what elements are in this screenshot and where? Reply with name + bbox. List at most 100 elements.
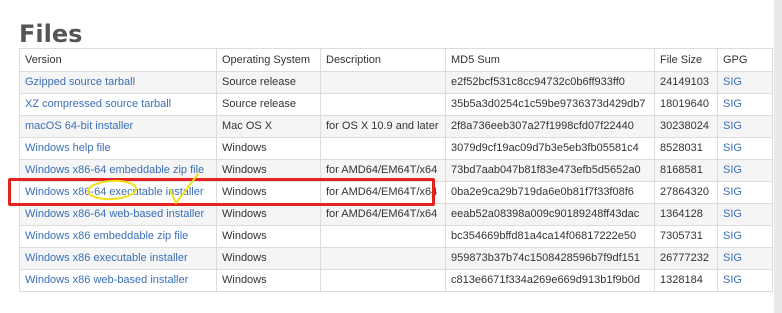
description-cell: for AMD64/EM64T/x64 bbox=[320, 181, 446, 204]
file-size-cell: 18019640 bbox=[654, 93, 718, 116]
os-cell: Source release bbox=[216, 93, 321, 116]
gpg-sig-link[interactable]: SIG bbox=[723, 142, 742, 154]
description-cell bbox=[320, 93, 446, 116]
file-size-cell: 26777232 bbox=[654, 247, 718, 270]
md5-cell: 35b5a3d0254c1c59be9736373d429db7 bbox=[445, 93, 655, 116]
md5-cell: c813e6671f334a269e669d913b1f9b0d bbox=[445, 269, 655, 292]
table-row: Windows x86 embeddable zip file Windows … bbox=[19, 225, 773, 248]
version-cell: Gzipped source tarball bbox=[19, 71, 217, 94]
description-cell bbox=[320, 71, 446, 94]
md5-cell: 3079d9cf19ac09d7b3e5eb3fb05581c4 bbox=[445, 137, 655, 160]
table-header-row: Version Operating System Description MD5… bbox=[19, 48, 773, 72]
table-row: macOS 64-bit installer Mac OS X for OS X… bbox=[19, 115, 773, 138]
column-header-md5-sum: MD5 Sum bbox=[445, 48, 655, 72]
version-link[interactable]: Gzipped source tarball bbox=[25, 76, 135, 88]
file-size-cell: 24149103 bbox=[654, 71, 718, 94]
gpg-cell: SIG bbox=[717, 71, 773, 94]
version-cell: Windows x86 web-based installer bbox=[19, 269, 217, 292]
description-cell bbox=[320, 225, 446, 248]
gpg-sig-link[interactable]: SIG bbox=[723, 230, 742, 242]
description-cell: for AMD64/EM64T/x64 bbox=[320, 159, 446, 182]
table-row: Windows x86-64 embeddable zip file Windo… bbox=[19, 159, 773, 182]
column-header-file-size: File Size bbox=[654, 48, 718, 72]
md5-cell: e2f52bcf531c8cc94732c0b6ff933ff0 bbox=[445, 71, 655, 94]
page-title: Files bbox=[19, 20, 83, 49]
md5-cell: 2f8a736eeb307a27f1998cfd07f22440 bbox=[445, 115, 655, 138]
os-cell: Windows bbox=[216, 181, 321, 204]
version-link[interactable]: Windows help file bbox=[25, 142, 111, 154]
os-cell: Mac OS X bbox=[216, 115, 321, 138]
version-link[interactable]: macOS 64-bit installer bbox=[25, 120, 133, 132]
table-row: Gzipped source tarball Source release e2… bbox=[19, 71, 773, 94]
os-cell: Windows bbox=[216, 137, 321, 160]
column-header-operating-system: Operating System bbox=[216, 48, 321, 72]
gpg-sig-link[interactable]: SIG bbox=[723, 98, 742, 110]
file-size-cell: 1328184 bbox=[654, 269, 718, 292]
table-row: Windows help file Windows 3079d9cf19ac09… bbox=[19, 137, 773, 160]
md5-cell: 0ba2e9ca29b719da6e0b81f7f33f08f6 bbox=[445, 181, 655, 204]
gpg-cell: SIG bbox=[717, 247, 773, 270]
os-cell: Windows bbox=[216, 203, 321, 226]
md5-cell: 73bd7aab047b81f83e473efb5d5652a0 bbox=[445, 159, 655, 182]
description-cell: for OS X 10.9 and later bbox=[320, 115, 446, 138]
gpg-sig-link[interactable]: SIG bbox=[723, 252, 742, 264]
gpg-cell: SIG bbox=[717, 137, 773, 160]
table-row: Windows x86 web-based installer Windows … bbox=[19, 269, 773, 292]
version-cell: Windows x86-64 executable installer bbox=[19, 181, 217, 204]
version-cell: Windows x86-64 web-based installer bbox=[19, 203, 217, 226]
version-cell: Windows x86-64 embeddable zip file bbox=[19, 159, 217, 182]
version-cell: XZ compressed source tarball bbox=[19, 93, 217, 116]
right-edge-strip bbox=[774, 0, 782, 313]
os-cell: Windows bbox=[216, 159, 321, 182]
version-link[interactable]: Windows x86-64 executable installer bbox=[25, 186, 204, 198]
description-cell: for AMD64/EM64T/x64 bbox=[320, 203, 446, 226]
column-header-version: Version bbox=[19, 48, 217, 72]
file-size-cell: 8168581 bbox=[654, 159, 718, 182]
os-cell: Windows bbox=[216, 247, 321, 270]
description-cell bbox=[320, 269, 446, 292]
gpg-cell: SIG bbox=[717, 181, 773, 204]
column-header-description: Description bbox=[320, 48, 446, 72]
file-size-cell: 7305731 bbox=[654, 225, 718, 248]
version-cell: macOS 64-bit installer bbox=[19, 115, 217, 138]
gpg-sig-link[interactable]: SIG bbox=[723, 186, 742, 198]
md5-cell: 959873b37b74c1508428596b7f9df151 bbox=[445, 247, 655, 270]
gpg-sig-link[interactable]: SIG bbox=[723, 164, 742, 176]
version-cell: Windows x86 executable installer bbox=[19, 247, 217, 270]
gpg-sig-link[interactable]: SIG bbox=[723, 208, 742, 220]
files-table: Version Operating System Description MD5… bbox=[19, 48, 773, 292]
version-cell: Windows help file bbox=[19, 137, 217, 160]
gpg-sig-link[interactable]: SIG bbox=[723, 76, 742, 88]
table-row: Windows x86-64 web-based installer Windo… bbox=[19, 203, 773, 226]
os-cell: Source release bbox=[216, 71, 321, 94]
file-size-cell: 8528031 bbox=[654, 137, 718, 160]
table-row-highlighted: Windows x86-64 executable installer Wind… bbox=[19, 181, 773, 204]
gpg-sig-link[interactable]: SIG bbox=[723, 120, 742, 132]
gpg-cell: SIG bbox=[717, 225, 773, 248]
os-cell: Windows bbox=[216, 269, 321, 292]
md5-cell: bc354669bffd81a4ca14f06817222e50 bbox=[445, 225, 655, 248]
table-row: Windows x86 executable installer Windows… bbox=[19, 247, 773, 270]
gpg-cell: SIG bbox=[717, 159, 773, 182]
version-link[interactable]: Windows x86-64 embeddable zip file bbox=[25, 164, 204, 176]
gpg-cell: SIG bbox=[717, 115, 773, 138]
version-link[interactable]: Windows x86 web-based installer bbox=[25, 274, 188, 286]
file-size-cell: 1364128 bbox=[654, 203, 718, 226]
description-cell bbox=[320, 137, 446, 160]
description-cell bbox=[320, 247, 446, 270]
version-link[interactable]: Windows x86 embeddable zip file bbox=[25, 230, 188, 242]
gpg-sig-link[interactable]: SIG bbox=[723, 274, 742, 286]
gpg-cell: SIG bbox=[717, 93, 773, 116]
version-link[interactable]: Windows x86 executable installer bbox=[25, 252, 188, 264]
table-row: XZ compressed source tarball Source rele… bbox=[19, 93, 773, 116]
version-link[interactable]: XZ compressed source tarball bbox=[25, 98, 171, 110]
file-size-cell: 27864320 bbox=[654, 181, 718, 204]
os-cell: Windows bbox=[216, 225, 321, 248]
md5-cell: eeab52a08398a009c90189248ff43dac bbox=[445, 203, 655, 226]
file-size-cell: 30238024 bbox=[654, 115, 718, 138]
gpg-cell: SIG bbox=[717, 269, 773, 292]
column-header-gpg: GPG bbox=[717, 48, 773, 72]
version-link[interactable]: Windows x86-64 web-based installer bbox=[25, 208, 204, 220]
version-cell: Windows x86 embeddable zip file bbox=[19, 225, 217, 248]
gpg-cell: SIG bbox=[717, 203, 773, 226]
